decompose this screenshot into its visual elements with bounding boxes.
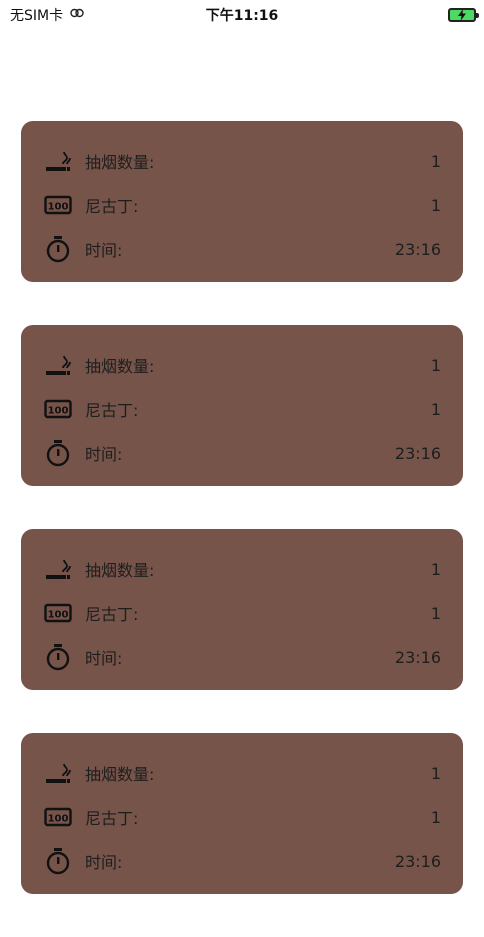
record-card[interactable]: 抽烟数量: 1 100 尼古丁: 1 时间: 23:16 [21, 325, 463, 486]
cigarettes-value: 1 [430, 151, 441, 171]
time-label: 时间: [85, 445, 123, 464]
carrier-label: 无SIM卡 [10, 8, 64, 24]
nicotine-value: 1 [430, 807, 441, 827]
smoking-icon [43, 350, 73, 380]
nicotine-label: 尼古丁: [85, 809, 139, 828]
status-left: 无SIM卡 [10, 5, 85, 25]
time-value: 23:16 [394, 851, 441, 871]
svg-text:100: 100 [48, 610, 69, 621]
link-icon [69, 7, 85, 23]
cigarettes-label: 抽烟数量: [85, 153, 155, 172]
time-value: 23:16 [394, 443, 441, 463]
records-list: 抽烟数量: 1 100 尼古丁: 1 时间: 23:16 抽烟数量: 1 100… [21, 121, 463, 937]
svg-text:100: 100 [48, 202, 69, 213]
stopwatch-icon [43, 642, 73, 672]
time-row: 时间: 23:16 [43, 635, 441, 679]
status-time: 下午11:16 [205, 8, 279, 24]
time-value: 23:16 [394, 239, 441, 259]
time-row: 时间: 23:16 [43, 227, 441, 271]
record-card[interactable]: 抽烟数量: 1 100 尼古丁: 1 时间: 23:16 [21, 121, 463, 282]
record-card[interactable]: 抽烟数量: 1 100 尼古丁: 1 时间: 23:16 [21, 529, 463, 690]
nicotine-label: 尼古丁: [85, 605, 139, 624]
cigarettes-value: 1 [430, 763, 441, 783]
time-label: 时间: [85, 241, 123, 260]
cigarettes-row: 抽烟数量: 1 [43, 751, 441, 795]
time-row: 时间: 23:16 [43, 431, 441, 475]
nicotine-100-icon: 100 [43, 598, 73, 628]
nicotine-row: 100 尼古丁: 1 [43, 591, 441, 635]
cigarettes-label: 抽烟数量: [85, 357, 155, 376]
svg-text:100: 100 [48, 814, 69, 825]
smoking-icon [43, 758, 73, 788]
time-label: 时间: [85, 853, 123, 872]
nicotine-100-icon: 100 [43, 190, 73, 220]
nicotine-value: 1 [430, 195, 441, 215]
stopwatch-icon [43, 438, 73, 468]
svg-text:100: 100 [48, 406, 69, 417]
smoking-icon [43, 554, 73, 584]
cigarettes-value: 1 [430, 559, 441, 579]
stopwatch-icon [43, 234, 73, 264]
cigarettes-value: 1 [430, 355, 441, 375]
nicotine-value: 1 [430, 399, 441, 419]
cigarettes-label: 抽烟数量: [85, 765, 155, 784]
time-row: 时间: 23:16 [43, 839, 441, 883]
status-right [448, 8, 479, 22]
cigarettes-row: 抽烟数量: 1 [43, 343, 441, 387]
nicotine-row: 100 尼古丁: 1 [43, 387, 441, 431]
cigarettes-row: 抽烟数量: 1 [43, 547, 441, 591]
time-value: 23:16 [394, 647, 441, 667]
cigarettes-row: 抽烟数量: 1 [43, 139, 441, 183]
nicotine-value: 1 [430, 603, 441, 623]
nicotine-row: 100 尼古丁: 1 [43, 183, 441, 227]
nicotine-row: 100 尼古丁: 1 [43, 795, 441, 839]
battery-charging-icon [448, 8, 479, 22]
stopwatch-icon [43, 846, 73, 876]
nicotine-label: 尼古丁: [85, 401, 139, 420]
status-bar: 无SIM卡 下午11:16 [0, 0, 484, 30]
cigarettes-label: 抽烟数量: [85, 561, 155, 580]
nicotine-100-icon: 100 [43, 802, 73, 832]
nicotine-label: 尼古丁: [85, 197, 139, 216]
nicotine-100-icon: 100 [43, 394, 73, 424]
smoking-icon [43, 146, 73, 176]
time-label: 时间: [85, 649, 123, 668]
